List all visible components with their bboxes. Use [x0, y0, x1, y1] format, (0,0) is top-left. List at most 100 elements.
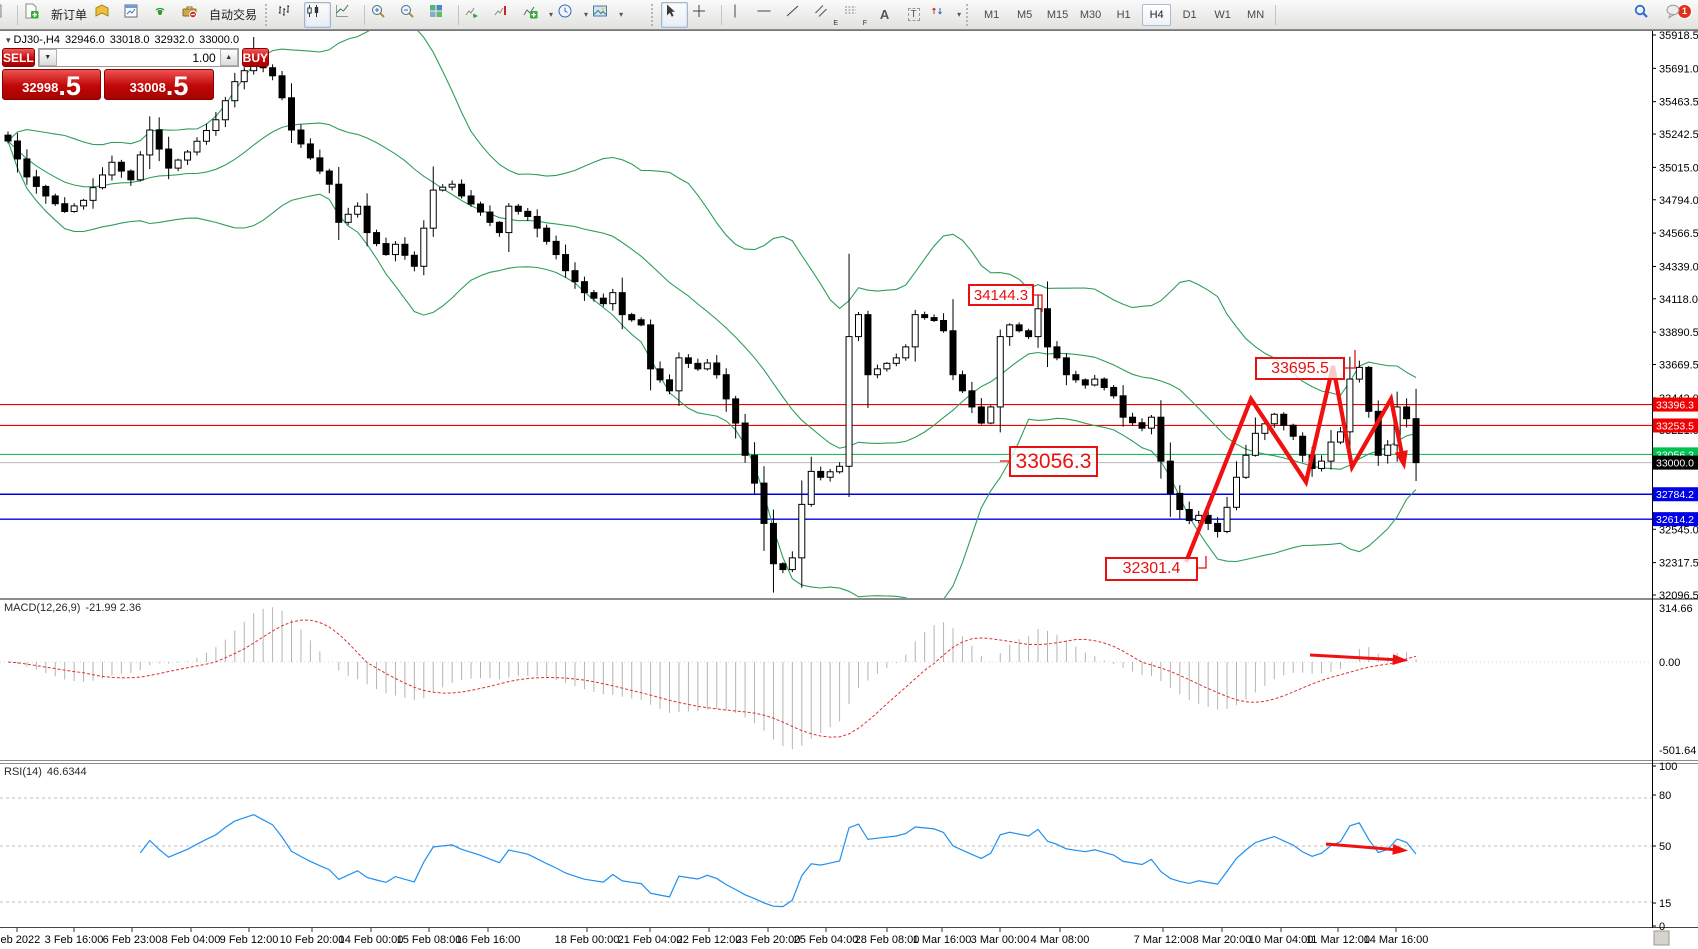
svg-text:34118.0: 34118.0	[1659, 294, 1698, 306]
svg-text:33000.0: 33000.0	[1656, 458, 1694, 470]
signal-icon	[152, 3, 168, 19]
templates-dropdown[interactable]	[619, 10, 623, 19]
timeframe-h4[interactable]: H4	[1142, 4, 1171, 26]
crosshair-icon	[691, 3, 707, 19]
clipped-icon[interactable]	[0, 2, 13, 28]
svg-text:0: 0	[1659, 921, 1665, 933]
timeframe-m5[interactable]: M5	[1010, 4, 1039, 26]
volume-increase-button[interactable]	[220, 49, 238, 66]
line-chart-icon	[334, 3, 350, 19]
svg-text:4 Mar 08:00: 4 Mar 08:00	[1031, 934, 1090, 946]
price-callout[interactable]: 33695.5	[1255, 357, 1345, 380]
auto-scroll-button[interactable]	[463, 2, 490, 28]
horizontal-line-button[interactable]	[755, 2, 782, 28]
line-chart-button[interactable]	[333, 2, 360, 28]
timeframe-w1[interactable]: W1	[1208, 4, 1237, 26]
signals-button[interactable]	[151, 2, 178, 28]
separator	[17, 5, 18, 25]
svg-text:15: 15	[1659, 898, 1671, 910]
svg-text:3 Feb 16:00: 3 Feb 16:00	[45, 934, 104, 946]
arrows-button[interactable]	[929, 2, 956, 28]
indicators-dropdown[interactable]	[549, 10, 553, 19]
new-order-icon	[23, 3, 39, 19]
low-value: 32932.0	[155, 34, 195, 46]
svg-text:32096.5: 32096.5	[1659, 590, 1698, 602]
timeframe-m30[interactable]: M30	[1076, 4, 1105, 26]
sell-price-display[interactable]: 32998 .5	[2, 69, 101, 100]
periods-dropdown[interactable]	[584, 10, 588, 19]
svg-text:34339.0: 34339.0	[1659, 261, 1698, 273]
sell-button[interactable]: SELL	[2, 48, 35, 67]
chart-canvas[interactable]: 35918.535691.035463.535242.535015.034794…	[0, 0, 1698, 949]
market-window-icon	[123, 3, 139, 19]
svg-text:9 Feb 12:00: 9 Feb 12:00	[220, 934, 279, 946]
notifications-button[interactable]: 1	[1664, 2, 1691, 28]
fibonacci-icon	[843, 3, 859, 19]
indicator-axis[interactable]: 314.660.00-501.641008050150	[1652, 603, 1696, 933]
zoom-in-button[interactable]	[369, 2, 396, 28]
search-button[interactable]	[1632, 2, 1659, 28]
time-axis[interactable]: Feb 20223 Feb 16:006 Feb 23:008 Feb 04:0…	[0, 928, 1428, 946]
macd-values: -21.99 2.36	[85, 602, 141, 614]
channel-icon	[814, 3, 830, 19]
autotrading-label[interactable]: 自动交易	[209, 6, 257, 23]
price-callout[interactable]: 34144.3	[968, 284, 1034, 306]
tile-windows-button[interactable]	[427, 2, 454, 28]
rsi-value: 46.6344	[47, 766, 87, 778]
price-callout[interactable]: 32301.4	[1105, 557, 1198, 581]
templates-button[interactable]	[591, 2, 618, 28]
new-order-button[interactable]	[22, 2, 49, 28]
candlestick-chart-button[interactable]	[304, 2, 331, 28]
sell-price-pip: .5	[58, 74, 81, 98]
scroll-corner[interactable]	[1654, 931, 1669, 945]
text-button[interactable]: A	[871, 2, 898, 28]
timeframe-m1[interactable]: M1	[977, 4, 1006, 26]
cursor-button[interactable]	[661, 2, 688, 28]
svg-text:10 Feb 20:00: 10 Feb 20:00	[280, 934, 345, 946]
volume-input[interactable]	[57, 49, 220, 66]
buy-button[interactable]: BUY	[242, 48, 269, 67]
rsi-pane	[140, 815, 1416, 907]
equidistant-channel-button[interactable]: E	[813, 2, 840, 28]
buy-price-display[interactable]: 33008 .5	[104, 69, 214, 100]
indicators-button[interactable]	[521, 2, 548, 28]
macd-pane	[8, 607, 1416, 749]
fibonacci-button[interactable]: F	[842, 2, 869, 28]
timeframe-m15[interactable]: M15	[1043, 4, 1072, 26]
timeframe-mn[interactable]: MN	[1241, 4, 1270, 26]
market-watch-button[interactable]	[122, 2, 149, 28]
svg-text:32784.2: 32784.2	[1656, 489, 1694, 501]
svg-text:0.00: 0.00	[1659, 657, 1680, 669]
separator	[1275, 5, 1276, 25]
arrows-dropdown[interactable]	[957, 10, 961, 19]
callout-leaders	[1000, 295, 1355, 568]
vertical-line-button[interactable]	[726, 2, 753, 28]
autotrading-icon	[181, 3, 198, 19]
history-center-button[interactable]	[93, 2, 120, 28]
volume-decrease-button[interactable]	[39, 49, 57, 66]
indicators-icon	[522, 3, 538, 19]
zoom-in-icon	[370, 3, 386, 19]
timeframe-d1[interactable]: D1	[1175, 4, 1204, 26]
zoom-out-button[interactable]	[398, 2, 425, 28]
periods-button[interactable]	[556, 2, 583, 28]
buy-price-main: 33008	[130, 80, 166, 95]
svg-text:33396.3: 33396.3	[1656, 400, 1694, 412]
chart-shift-button[interactable]	[492, 2, 519, 28]
svg-text:28 Feb 08:00: 28 Feb 08:00	[855, 934, 920, 946]
bar-chart-button[interactable]	[275, 2, 302, 28]
close-value: 33000.0	[199, 34, 239, 46]
trendline-button[interactable]	[784, 2, 811, 28]
symbol-period: DJ30-,H4	[14, 34, 60, 46]
price-tags: 33396.333253.533056.333000.032784.232614…	[1653, 398, 1698, 527]
price-callout[interactable]: 33056.3	[1009, 446, 1098, 477]
text-label-button[interactable]: T	[900, 2, 927, 28]
autotrading-button[interactable]	[180, 2, 207, 28]
chart-icon	[0, 3, 3, 19]
svg-text:35015.0: 35015.0	[1659, 162, 1698, 174]
timeframe-h1[interactable]: H1	[1109, 4, 1138, 26]
rsi-label: RSI(14)46.6344	[4, 766, 87, 778]
crosshair-button[interactable]	[690, 2, 717, 28]
new-order-label[interactable]: 新订单	[51, 6, 87, 23]
svg-text:16 Feb 16:00: 16 Feb 16:00	[456, 934, 521, 946]
